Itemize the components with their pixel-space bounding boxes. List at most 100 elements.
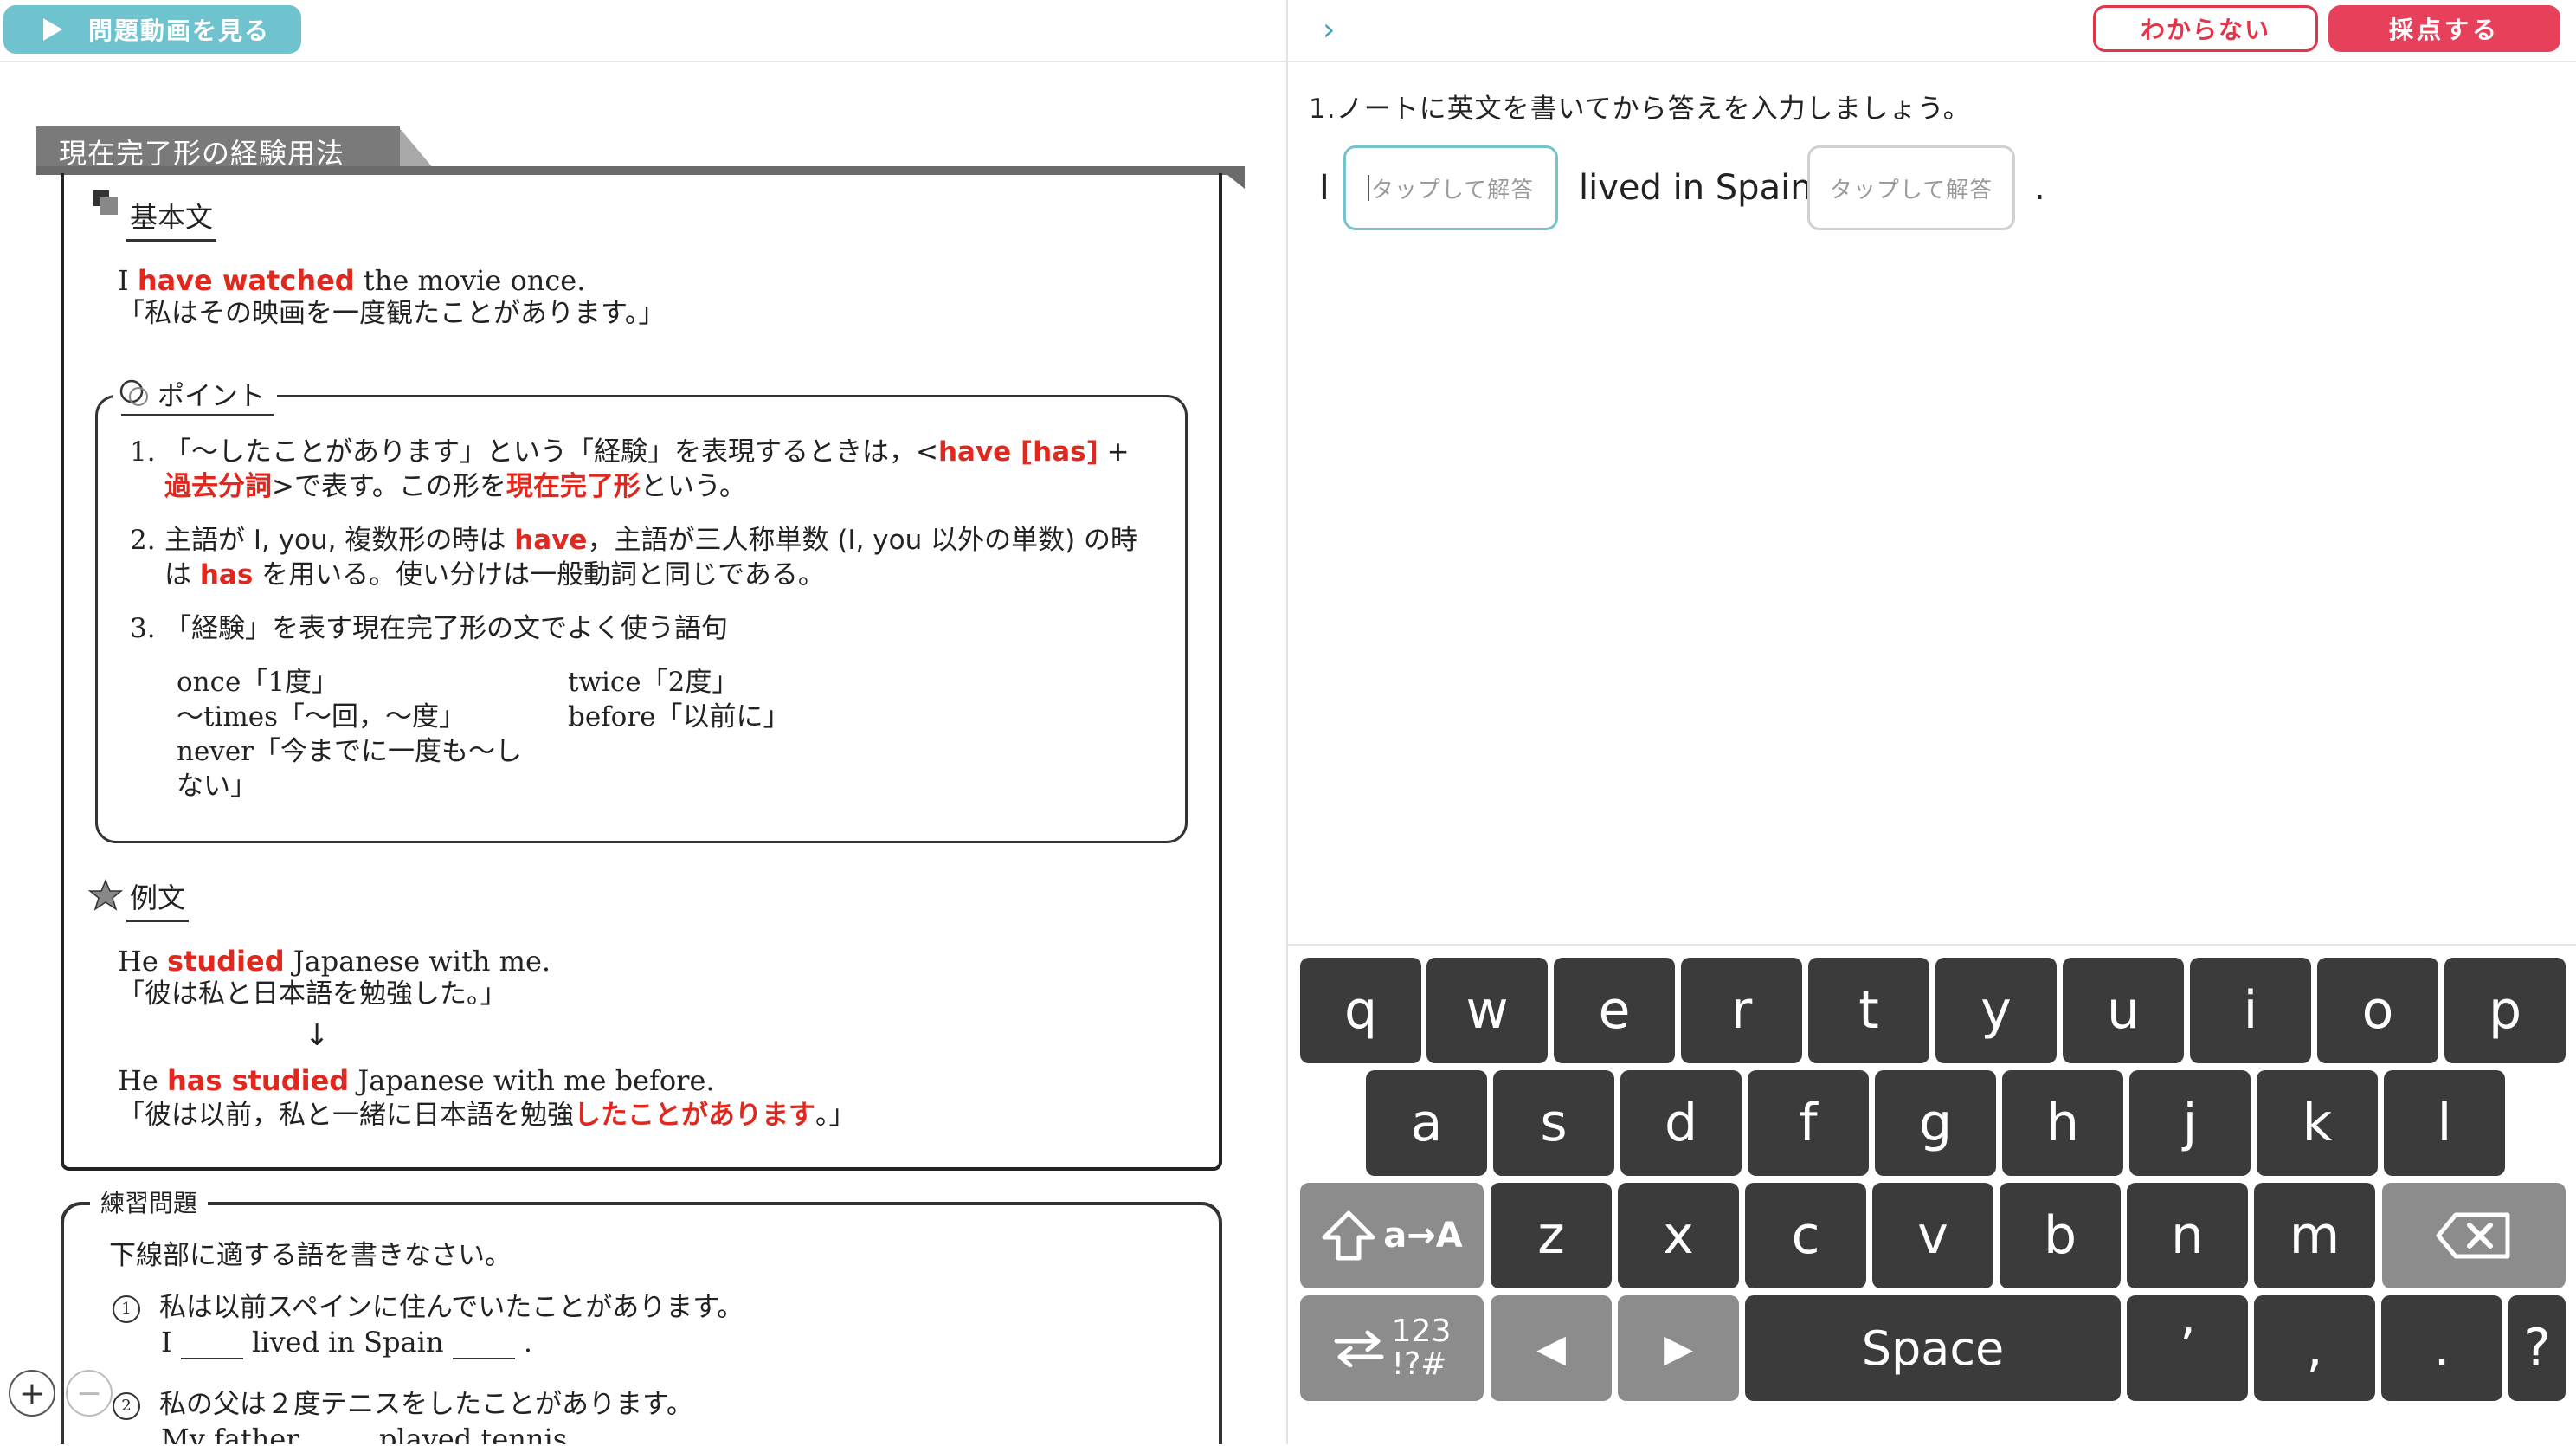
word-before: before「以前に」 bbox=[568, 701, 790, 733]
ex2-jp-red: したことがあります bbox=[574, 1100, 815, 1131]
q1-blank-1 bbox=[180, 1332, 243, 1359]
example-heading: 例文 bbox=[126, 876, 190, 922]
ex1-post: Japanese with me. bbox=[284, 945, 551, 978]
point-heading-underline bbox=[121, 414, 274, 416]
key-x[interactable]: x bbox=[1618, 1183, 1739, 1288]
key-g[interactable]: g bbox=[1875, 1070, 1996, 1176]
q1-en-a: I bbox=[161, 1326, 172, 1359]
basic-en-post: the movie once. bbox=[354, 264, 586, 297]
key-c[interactable]: c bbox=[1745, 1183, 1866, 1288]
word-twice: twice「2度」 bbox=[568, 667, 739, 698]
key-o[interactable]: o bbox=[2317, 958, 2438, 1063]
zoom-out-button[interactable]: − bbox=[66, 1370, 113, 1417]
star-icon bbox=[88, 879, 123, 911]
shift-key[interactable]: a→A bbox=[1300, 1183, 1484, 1288]
q2-number: 2 bbox=[113, 1391, 140, 1420]
key-question[interactable]: ? bbox=[2508, 1295, 2566, 1401]
answer-input-2[interactable]: タップして解答 bbox=[1807, 145, 2015, 230]
q2-jp-text: 私の父は２度テニスをしたことがあります。 bbox=[159, 1389, 693, 1420]
practice-heading: 練習問題 bbox=[90, 1185, 209, 1219]
key-s[interactable]: s bbox=[1493, 1070, 1614, 1176]
key-q[interactable]: q bbox=[1300, 958, 1421, 1063]
word-never-cont: ない」 bbox=[177, 771, 257, 802]
cursor-right-key[interactable]: ▶ bbox=[1618, 1295, 1739, 1401]
word-once: once「1度」 bbox=[177, 667, 339, 698]
basic-sentence-jp: 「私はその映画を一度観たことがあります。」 bbox=[118, 298, 666, 329]
p1-b: + bbox=[1098, 436, 1130, 468]
key-y[interactable]: y bbox=[1935, 958, 2057, 1063]
key-p[interactable]: p bbox=[2444, 958, 2566, 1063]
zoom-in-button[interactable]: + bbox=[9, 1370, 55, 1417]
key-u[interactable]: u bbox=[2063, 958, 2184, 1063]
text-cursor bbox=[1367, 175, 1369, 201]
point-text: 「〜したことがあります」という「経験」を表現するときは，<have [has] … bbox=[164, 435, 1169, 504]
numbers-key[interactable]: 123 !?# bbox=[1300, 1295, 1484, 1401]
p1-a: 「〜したことがあります」という「経験」を表現するときは，< bbox=[164, 436, 938, 468]
basic-heading: 基本文 bbox=[126, 196, 217, 242]
key-j[interactable]: j bbox=[2129, 1070, 2251, 1176]
p2-red2: has bbox=[199, 559, 254, 591]
square-icon bbox=[93, 190, 119, 216]
chevron-right-icon[interactable]: › bbox=[1323, 12, 1335, 48]
key-v[interactable]: v bbox=[1872, 1183, 1993, 1288]
space-key[interactable]: Space bbox=[1745, 1295, 2121, 1401]
key-l[interactable]: l bbox=[2384, 1070, 2505, 1176]
numbers-label-top: 123 bbox=[1391, 1314, 1452, 1349]
point-icon bbox=[119, 379, 148, 406]
practice-q2-jp: 2 私の父は２度テニスをしたことがあります。 bbox=[113, 1387, 693, 1422]
key-k[interactable]: k bbox=[2257, 1070, 2378, 1176]
key-apostrophe[interactable]: ’ bbox=[2127, 1295, 2248, 1401]
q1-en-c: . bbox=[523, 1326, 532, 1359]
p3-a: 「経験」を表す現在完了形の文でよく使う語句 bbox=[164, 613, 728, 644]
section-bar-end bbox=[1227, 166, 1245, 189]
backspace-key[interactable] bbox=[2382, 1183, 2566, 1288]
point-text: 「経験」を表す現在完了形の文でよく使う語句 bbox=[164, 611, 1169, 646]
cursor-left-key[interactable]: ◀ bbox=[1491, 1295, 1612, 1401]
key-h[interactable]: h bbox=[2002, 1070, 2123, 1176]
q2-en-a: My father bbox=[161, 1423, 299, 1444]
ex2-jp-b: 。」 bbox=[815, 1100, 856, 1131]
key-period[interactable]: . bbox=[2381, 1295, 2502, 1401]
key-f[interactable]: f bbox=[1748, 1070, 1869, 1176]
p2-red: have bbox=[514, 525, 588, 556]
example-1-en: He studied Japanese with me. bbox=[118, 944, 551, 978]
key-n[interactable]: n bbox=[2127, 1183, 2248, 1288]
q1-jp-text: 私は以前スペインに住んでいたことがあります。 bbox=[159, 1292, 744, 1323]
p1-c: >で表す。この形を bbox=[272, 471, 506, 502]
key-a[interactable]: a bbox=[1366, 1070, 1487, 1176]
answer-input-1[interactable]: タップして解答 bbox=[1343, 145, 1558, 230]
point-item-3: 3. 「経験」を表す現在完了形の文でよく使う語句 bbox=[130, 611, 1169, 646]
key-comma[interactable]: , bbox=[2254, 1295, 2375, 1401]
point-num: 1. bbox=[130, 436, 156, 468]
numbers-label-bottom: !?# bbox=[1391, 1346, 1447, 1382]
key-r[interactable]: r bbox=[1681, 958, 1802, 1063]
word-never: never「今までに一度も〜し bbox=[177, 736, 522, 767]
key-d[interactable]: d bbox=[1620, 1070, 1742, 1176]
key-z[interactable]: z bbox=[1491, 1183, 1612, 1288]
key-m[interactable]: m bbox=[2254, 1183, 2375, 1288]
key-b[interactable]: b bbox=[2000, 1183, 2121, 1288]
key-t[interactable]: t bbox=[1808, 958, 1929, 1063]
grade-button[interactable]: 採点する bbox=[2328, 5, 2560, 52]
ex1-red: studied bbox=[167, 945, 285, 978]
dont-know-button[interactable]: わからない bbox=[2093, 5, 2318, 52]
p2-a: 主語が I, you, 複数形の時は bbox=[164, 525, 515, 556]
point-text: 主語が I, you, 複数形の時は have，主語が三人称単数 (I, you… bbox=[164, 523, 1169, 592]
ex2-pre: He bbox=[118, 1064, 168, 1097]
p1-red: have [has] bbox=[937, 436, 1098, 468]
example-2-jp: 「彼は以前，私と一緒に日本語を勉強したことがあります。」 bbox=[118, 1098, 856, 1133]
p2-d: を用いる。使い分けは一般動詞と同じである。 bbox=[253, 559, 825, 591]
point-num: 3. bbox=[130, 613, 156, 644]
point-item-2: 2. 主語が I, you, 複数形の時は have，主語が三人称単数 (I, … bbox=[130, 523, 1169, 591]
shift-label: a→A bbox=[1383, 1216, 1463, 1256]
watch-video-label: 問題動画を見る bbox=[88, 16, 271, 45]
problem-pane: 問題動画を見る 現在完了形の経験用法 基本文 I have watched th… bbox=[0, 0, 1286, 1444]
key-w[interactable]: w bbox=[1426, 958, 1548, 1063]
key-i[interactable]: i bbox=[2190, 958, 2311, 1063]
watch-video-button[interactable]: 問題動画を見る bbox=[3, 5, 301, 54]
numbers-label: 123 !?# bbox=[1392, 1315, 1452, 1381]
ex2-post: Japanese with me before. bbox=[349, 1064, 715, 1097]
practice-q1-en: I lived in Spain . bbox=[161, 1325, 532, 1359]
backspace-icon bbox=[2436, 1212, 2510, 1259]
key-e[interactable]: e bbox=[1554, 958, 1675, 1063]
